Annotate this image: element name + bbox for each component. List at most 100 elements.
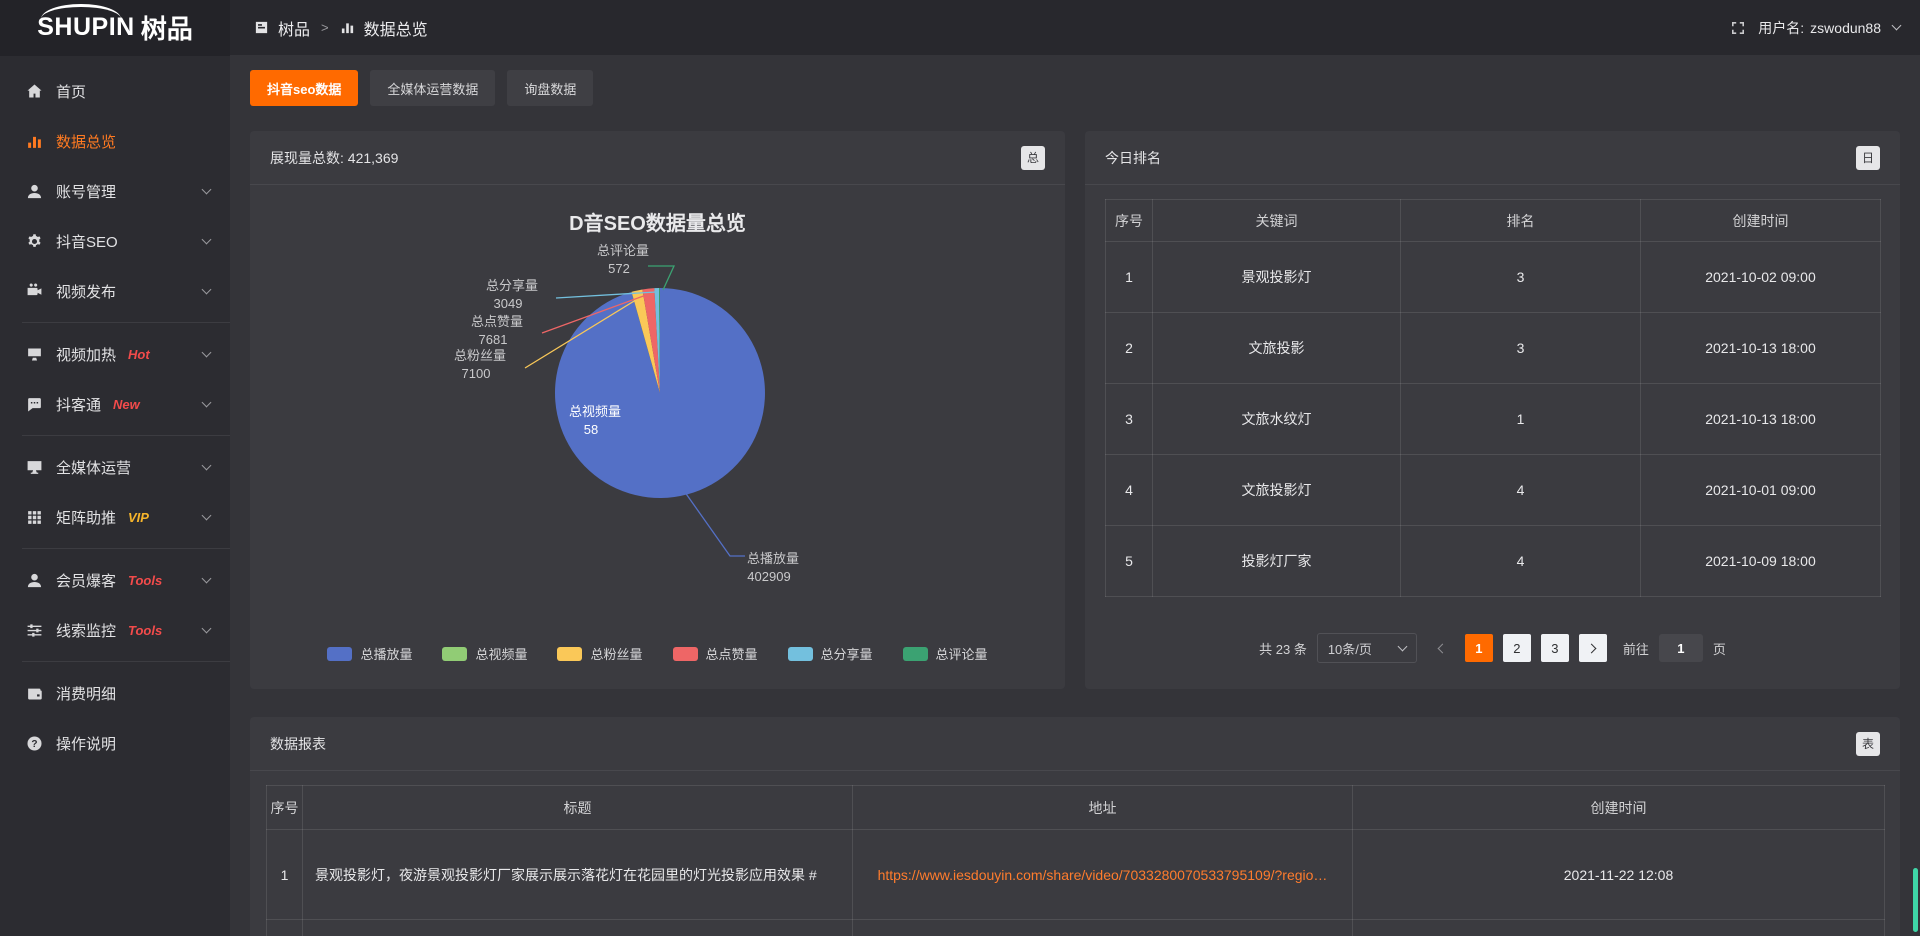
pie-label-总视频量: 58 [584, 422, 598, 437]
pager-pages: 123 [1465, 634, 1569, 662]
chevron-down-icon [202, 235, 212, 245]
legend-item-总粉丝量[interactable]: 总粉丝量 [557, 644, 642, 663]
legend-item-总评论量[interactable]: 总评论量 [903, 644, 988, 663]
table-cell-序号: 4 [1106, 455, 1153, 526]
sidebar-item-线索监控[interactable]: 线索监控Tools [0, 605, 230, 655]
chevron-down-icon[interactable] [1892, 21, 1902, 31]
table-row: 3文旅水纹灯12021-10-13 18:00 [1106, 384, 1881, 455]
chevron-down-icon [202, 511, 212, 521]
video-icon [26, 283, 43, 300]
tab-询盘数据[interactable]: 询盘数据 [507, 70, 593, 106]
column-header-地址: 地址 [853, 786, 1353, 830]
total-badge-button[interactable]: 总 [1021, 146, 1045, 170]
pie-label-总点赞量: 7681 [479, 332, 508, 347]
rank-table-wrap: 序号关键词排名创建时间1景观投影灯32021-10-02 09:002文旅投影3… [1105, 199, 1880, 597]
tab-全媒体运营数据[interactable]: 全媒体运营数据 [370, 70, 495, 106]
table-badge-button[interactable]: 表 [1856, 732, 1880, 756]
tab-抖音seo数据[interactable]: 抖音seo数据 [250, 70, 358, 106]
user-icon [26, 183, 43, 200]
legend-label: 总播放量 [360, 644, 412, 663]
table-cell-empty [303, 920, 853, 936]
breadcrumb: 树品 > 数据总览 [254, 16, 428, 40]
sidebar-item-矩阵助推[interactable]: 矩阵助推VIP [0, 492, 230, 542]
chevron-down-icon [202, 461, 212, 471]
sidebar-item-首页[interactable]: 首页 [0, 66, 230, 116]
rank-card-title: 今日排名 [1105, 148, 1161, 168]
sliders-icon [26, 622, 43, 639]
sidebar-badge-tools: Tools [128, 573, 162, 588]
video-link[interactable]: https://www.iesdouyin.com/share/video/70… [878, 867, 1328, 883]
table-cell-创建时间: 2021-10-13 18:00 [1641, 313, 1881, 384]
sidebar-item-label: 全媒体运营 [56, 457, 131, 478]
pie-label-line-总评论量 [648, 266, 674, 290]
table-cell-关键词: 文旅水纹灯 [1153, 384, 1401, 455]
logo-text-cn: 树品 [141, 9, 193, 46]
legend-swatch [442, 647, 467, 661]
pie-label-总评论量: 572 [608, 261, 630, 276]
sidebar-item-消费明细[interactable]: 消费明细 [0, 668, 230, 718]
wallet-icon [26, 685, 43, 702]
column-header-排名: 排名 [1401, 200, 1641, 242]
pie-label-总评论量: 总评论量 [597, 243, 649, 258]
username-value[interactable]: zswodun88 [1810, 20, 1881, 36]
table-cell-empty [853, 920, 1353, 936]
page-button-2[interactable]: 2 [1503, 634, 1531, 662]
sidebar-item-账号管理[interactable]: 账号管理 [0, 166, 230, 216]
next-page-button[interactable] [1579, 634, 1607, 662]
sidebar-item-视频发布[interactable]: 视频发布 [0, 266, 230, 316]
table-cell-序号: 3 [1106, 384, 1153, 455]
legend-item-总分享量[interactable]: 总分享量 [788, 644, 873, 663]
page-size-select[interactable]: 10条/页 [1317, 633, 1417, 663]
sidebar-item-label: 矩阵助推 [56, 507, 116, 528]
sidebar-item-抖客通[interactable]: 抖客通New [0, 379, 230, 429]
chevron-down-icon [202, 624, 212, 634]
sidebar-item-数据总览[interactable]: 数据总览 [0, 116, 230, 166]
goto-page-input[interactable] [1659, 634, 1703, 662]
sidebar-item-label: 视频发布 [56, 281, 116, 302]
legend-item-总播放量[interactable]: 总播放量 [327, 644, 412, 663]
pie-label-总分享量: 总分享量 [486, 278, 538, 293]
rank-card: 今日排名 日 序号关键词排名创建时间1景观投影灯32021-10-02 09:0… [1085, 131, 1900, 689]
legend-swatch [788, 647, 813, 661]
legend-label: 总分享量 [821, 644, 873, 663]
sidebar-divider [22, 661, 230, 662]
table-cell-关键词: 文旅投影灯 [1153, 455, 1401, 526]
page-button-3[interactable]: 3 [1541, 634, 1569, 662]
scrollbar-thumb[interactable] [1913, 868, 1918, 932]
table-cell-标题: 景观投影灯，夜游景观投影灯厂家展示展示落花灯在花园里的灯光投影应用效果 # [303, 830, 853, 920]
day-badge-button[interactable]: 日 [1856, 146, 1880, 170]
pie-label-line-总播放量 [682, 488, 745, 556]
page-button-1[interactable]: 1 [1465, 634, 1493, 662]
chevron-down-icon [202, 574, 212, 584]
legend-swatch [903, 647, 928, 661]
breadcrumb-item-current[interactable]: 数据总览 [364, 16, 428, 40]
sidebar-item-label: 消费明细 [56, 683, 116, 704]
chevron-down-icon [202, 185, 212, 195]
legend-swatch [327, 647, 352, 661]
main-content: 抖音seo数据全媒体运营数据询盘数据 展现量总数: 421,369 总 D音SE… [230, 56, 1920, 936]
sidebar-item-视频加热[interactable]: 视频加热Hot [0, 329, 230, 379]
chevron-down-icon [202, 398, 212, 408]
grid-icon [26, 509, 43, 526]
fullscreen-icon[interactable] [1730, 20, 1746, 36]
prev-page-button[interactable] [1427, 634, 1455, 662]
legend-label: 总视频量 [475, 644, 527, 663]
legend-item-总点赞量[interactable]: 总点赞量 [673, 644, 758, 663]
sidebar-item-抖音SEO[interactable]: 抖音SEO [0, 216, 230, 266]
column-header-序号: 序号 [267, 786, 303, 830]
chart-card: 展现量总数: 421,369 总 D音SEO数据量总览 总播放量402909总视… [250, 131, 1065, 689]
table-cell-地址: https://www.iesdouyin.com/share/video/70… [853, 830, 1353, 920]
sidebar-divider [22, 435, 230, 436]
page-size-value: 10条/页 [1328, 639, 1372, 658]
sidebar-item-操作说明[interactable]: ?操作说明 [0, 718, 230, 768]
table-cell-创建时间: 2021-10-02 09:00 [1641, 242, 1881, 313]
breadcrumb-item-root[interactable]: 树品 [278, 16, 310, 40]
username-label: 用户名: [1758, 18, 1804, 38]
logo-text-en: SHUPIN [37, 13, 134, 42]
sidebar-item-会员爆客[interactable]: 会员爆客Tools [0, 555, 230, 605]
column-header-标题: 标题 [303, 786, 853, 830]
sidebar-item-全媒体运营[interactable]: 全媒体运营 [0, 442, 230, 492]
table-row: 1景观投影灯，夜游景观投影灯厂家展示展示落花灯在花园里的灯光投影应用效果 #ht… [267, 830, 1885, 920]
legend-item-总视频量[interactable]: 总视频量 [442, 644, 527, 663]
svg-text:?: ? [31, 739, 37, 750]
